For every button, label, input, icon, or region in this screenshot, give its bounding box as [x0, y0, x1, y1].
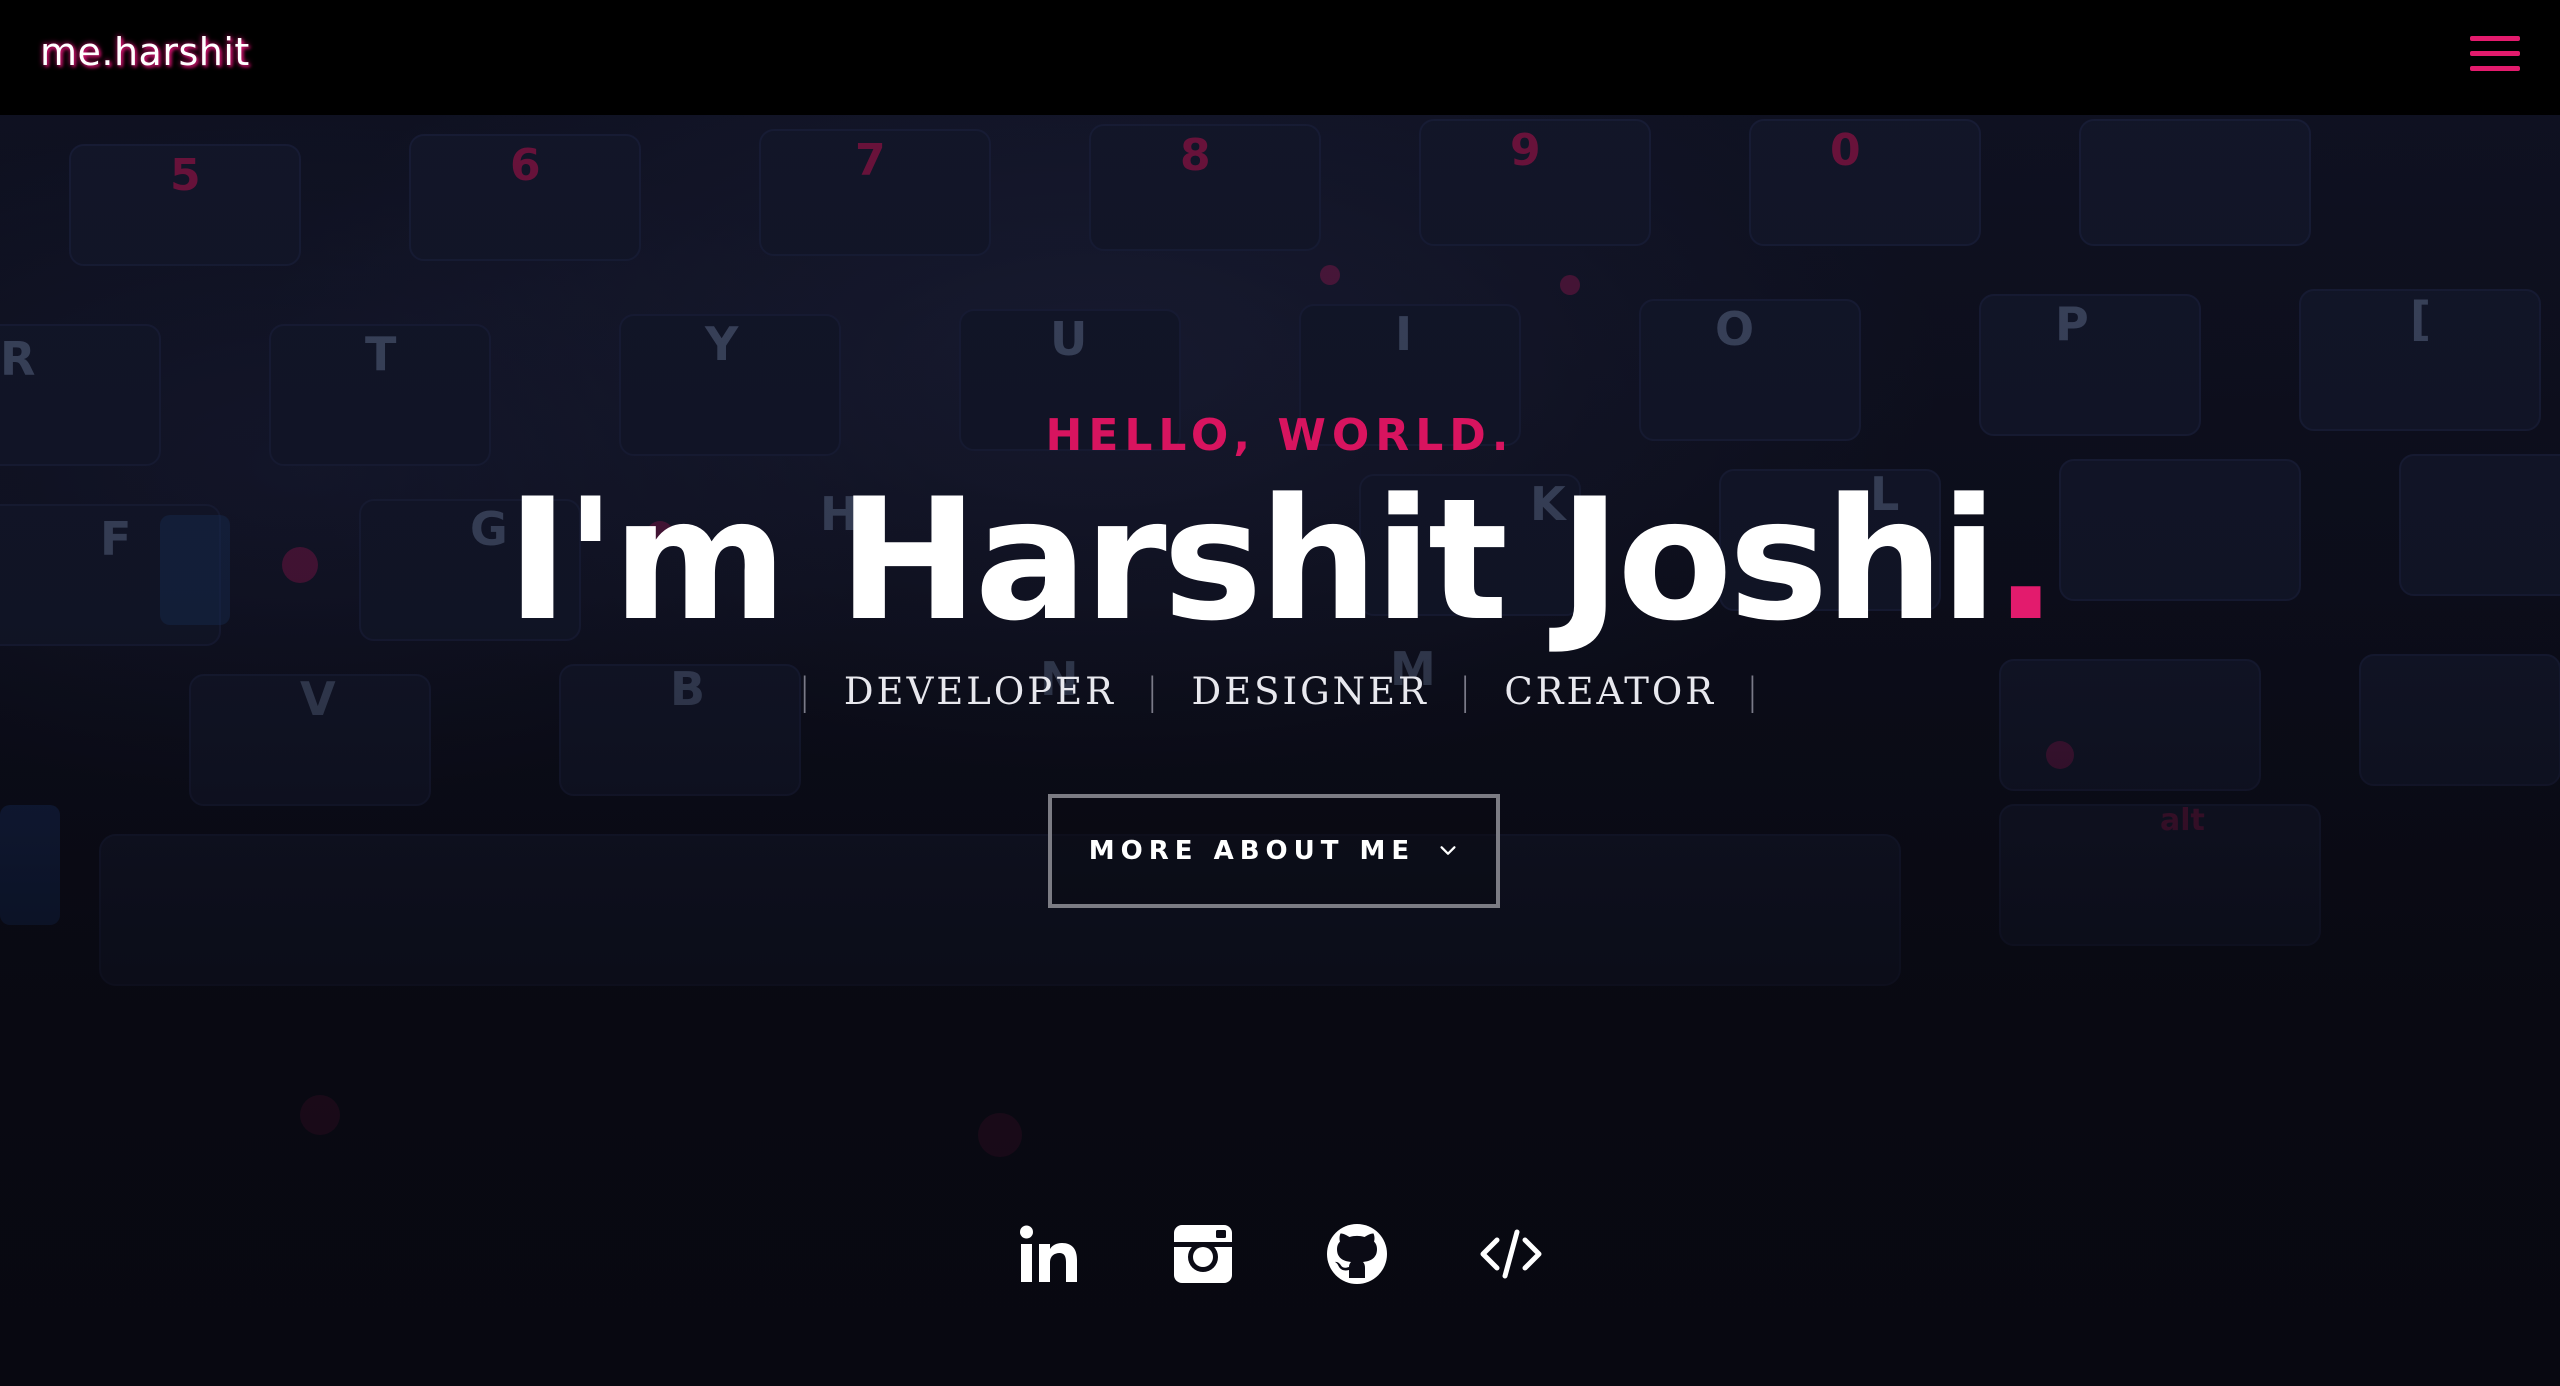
more-about-me-label: MORE ABOUT ME	[1088, 836, 1416, 866]
menu-bar-bottom	[2470, 66, 2520, 71]
linkedin-icon[interactable]	[1017, 1222, 1081, 1286]
role-designer: DESIGNER	[1191, 670, 1429, 713]
role-creator: CREATOR	[1504, 670, 1717, 713]
role-separator: |	[1746, 670, 1762, 713]
role-separator: |	[1458, 670, 1475, 713]
hero-headline: I'm Harshit Joshi.	[0, 470, 2560, 650]
navbar: me.harshit	[0, 0, 2560, 115]
chevron-down-icon	[1440, 846, 1456, 855]
more-about-me-button[interactable]: MORE ABOUT ME	[1048, 794, 1500, 908]
role-separator: |	[1145, 670, 1162, 713]
hero-overlay	[0, 115, 2560, 1386]
hero-greeting: HELLO, WORLD.	[1045, 410, 1515, 461]
code-icon[interactable]	[1479, 1222, 1543, 1286]
role-separator: |	[798, 670, 814, 713]
role-developer: DEVELOPER	[843, 670, 1116, 713]
hero-section: 5 6 7 8 9 0 R T Y U I O P [ F G H K L	[0, 115, 2560, 1386]
social-links	[0, 1222, 2560, 1296]
menu-bar-middle	[2470, 51, 2520, 56]
menu-bar-top	[2470, 36, 2520, 41]
github-icon[interactable]	[1325, 1222, 1389, 1286]
hero-roles: | DEVELOPER | DESIGNER | CREATOR |	[0, 670, 2560, 713]
instagram-icon[interactable]	[1171, 1222, 1235, 1286]
hero-name-period: .	[1993, 462, 2058, 658]
hamburger-menu-icon[interactable]	[2470, 34, 2520, 76]
brand-logo[interactable]: me.harshit	[40, 30, 250, 74]
hero-name: I'm Harshit Joshi	[506, 462, 1997, 658]
page: me.harshit HELLO, WORLD. I'm Harshit Jos…	[0, 0, 2560, 1386]
